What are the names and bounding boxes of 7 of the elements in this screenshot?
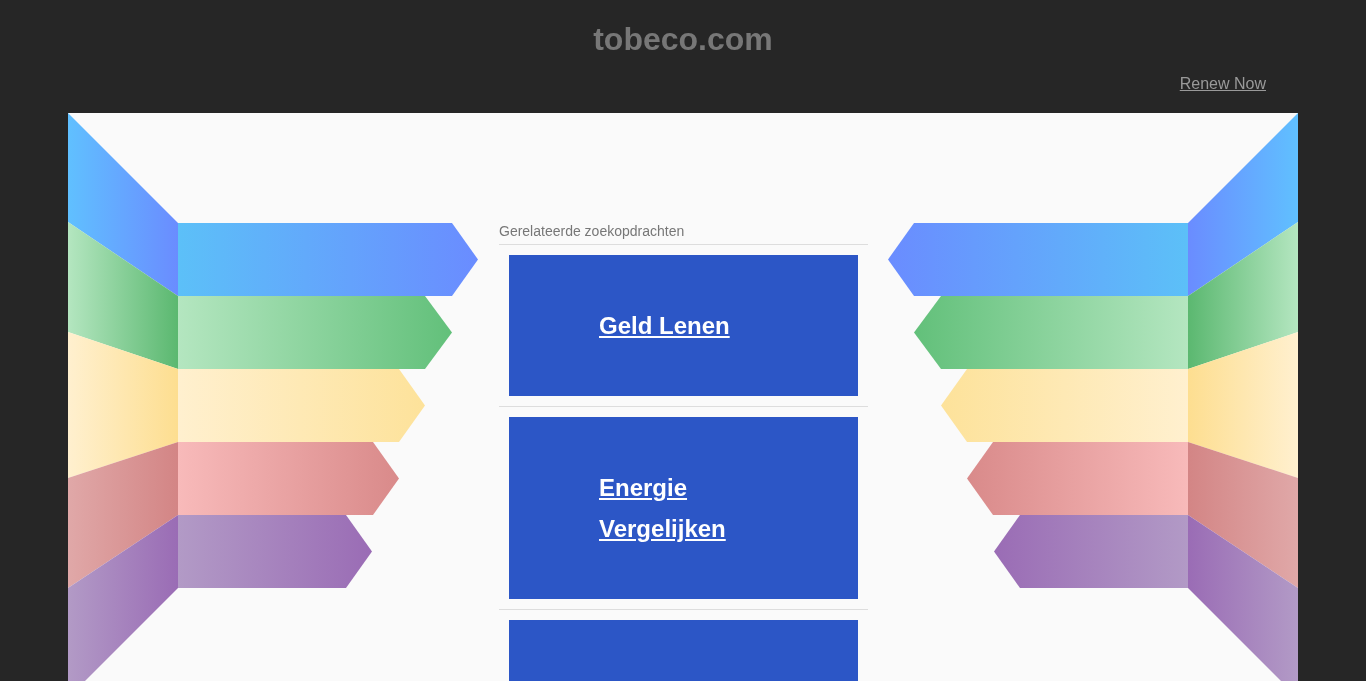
site-title: tobeco.com [593,20,773,58]
search-link[interactable]: Geld Lenen [599,305,730,346]
renew-link[interactable]: Renew Now [1179,74,1266,94]
result-card[interactable]: Energie Vergelijken [509,417,858,599]
result-card[interactable]: Geld Lenen [509,255,858,396]
search-link[interactable]: Energie Vergelijken [599,467,768,549]
section-heading: Gerelateerde zoekopdrachten [499,223,868,245]
